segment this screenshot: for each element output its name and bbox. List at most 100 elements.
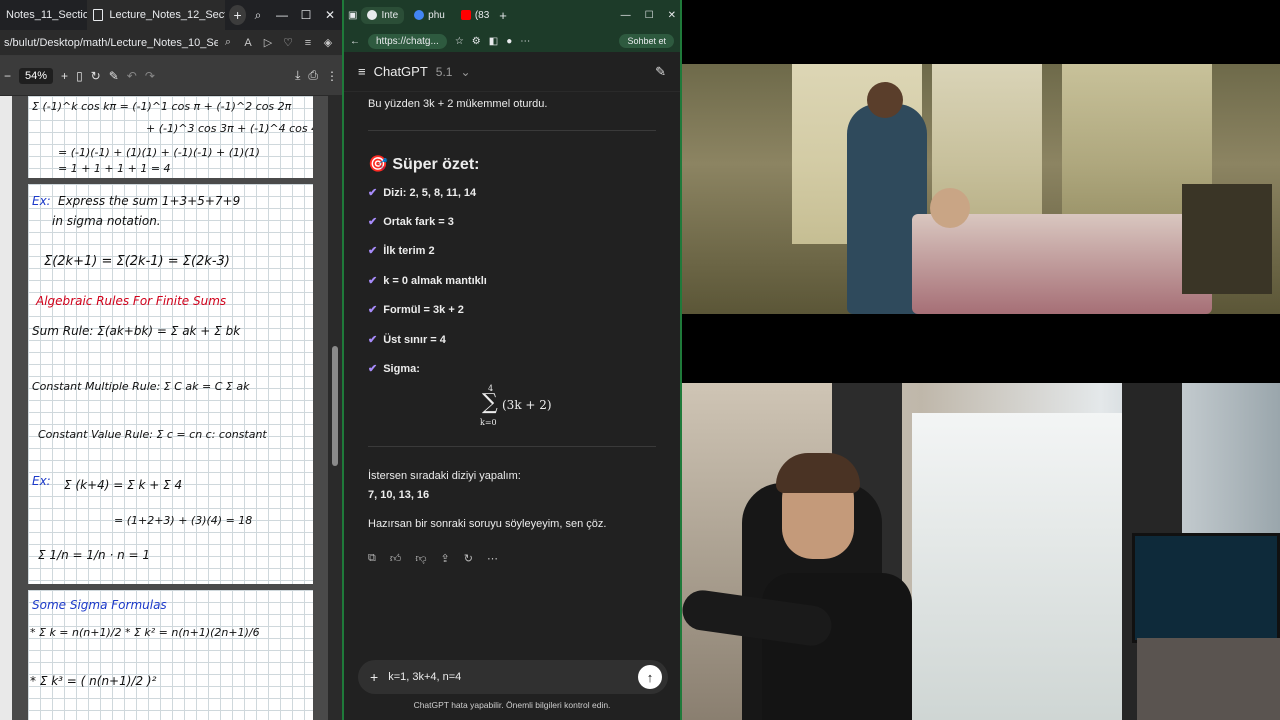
sigma-symbol: ∑: [482, 390, 498, 415]
chatgpt-header: ≡ ChatGPT 5.1 ⌄ ✎: [344, 52, 680, 92]
note-line: Σ(2k+1) = Σ(2k-1) = Σ(2k-3): [44, 254, 230, 269]
tab-chatgpt[interactable]: Inte: [361, 6, 405, 24]
copilot-chat-button[interactable]: Sohbet et: [619, 34, 674, 48]
webcam-feed: [682, 383, 1280, 720]
section-title: Algebraic Rules For Finite Sums: [36, 294, 227, 308]
check-icon: ✔: [368, 187, 378, 199]
regenerate-icon[interactable]: ↻: [464, 552, 473, 565]
model-version[interactable]: 5.1: [436, 65, 453, 79]
fit-page-icon[interactable]: ▯: [76, 69, 83, 83]
search-icon[interactable]: ⌕: [246, 8, 270, 23]
tab-lecture-notes-12[interactable]: Lecture_Notes_12_Section: [87, 0, 226, 30]
note-line: in sigma notation.: [52, 214, 161, 228]
bed: [912, 214, 1212, 314]
tab-actions-icon[interactable]: ▣: [348, 10, 357, 21]
zoom-out-button[interactable]: −: [4, 69, 11, 83]
favorite-icon[interactable]: ♡: [278, 36, 298, 49]
more-icon[interactable]: ⋯: [487, 552, 498, 565]
note-line: Σ 1/n = 1/n · n = 1: [38, 548, 151, 562]
thumbs-down-icon[interactable]: 👎︎: [415, 552, 426, 565]
close-button[interactable]: ✕: [318, 8, 342, 23]
video-player[interactable]: [682, 0, 1280, 383]
check-icon: ✔: [368, 304, 378, 316]
tab-lecture-notes-11[interactable]: Notes_11_Section: [0, 0, 87, 30]
minimize-button[interactable]: —: [621, 10, 631, 21]
list-item: ✔ k = 0 almak mantıklı: [368, 275, 487, 287]
maximize-button[interactable]: ☐: [645, 10, 654, 21]
maximize-button[interactable]: ☐: [294, 8, 318, 23]
address-bar[interactable]: s/bulut/Desktop/math/Lecture_Notes_10_Se…: [0, 30, 342, 56]
example-label: Ex:: [32, 474, 51, 488]
model-name[interactable]: ChatGPT: [374, 64, 428, 79]
note-line: Constant Multiple Rule: Σ C ak = C Σ ak: [32, 380, 250, 393]
sigma-formula: 4 ∑ k=0 (3k + 2): [476, 384, 556, 430]
tab-label: Inte: [381, 9, 399, 21]
profile-icon[interactable]: ●: [506, 36, 512, 47]
pdf-toolbar: − 54% + ▯ ↻ ✎ ↶ ↷ ⤓ ⎙ ⋮: [0, 56, 342, 96]
favorite-icon[interactable]: ☆: [455, 36, 464, 47]
monitor: [1132, 533, 1280, 643]
check-icon: ✔: [368, 334, 378, 346]
youtube-favicon-icon: [460, 10, 471, 20]
send-button[interactable]: ↑: [638, 665, 662, 689]
wallet-icon[interactable]: ◧: [489, 36, 498, 47]
zoom-icon[interactable]: ⌕: [218, 36, 238, 49]
example-label: Ex:: [32, 194, 51, 208]
download-icon[interactable]: ⤓: [295, 68, 300, 83]
play-icon[interactable]: ▷: [258, 36, 278, 49]
composer-input[interactable]: k=1, 3k+4, n=4: [388, 671, 461, 683]
read-aloud-icon[interactable]: A: [238, 37, 258, 49]
attach-plus-icon[interactable]: +: [370, 669, 378, 685]
pdf-page-2: Ex: Express the sum 1+3+5+7+9 in sigma n…: [28, 184, 313, 584]
divider: [368, 446, 656, 447]
print-icon[interactable]: ⎙: [308, 68, 318, 83]
message-text: Hazırsan bir sonraki soruyu söyleyeyim, …: [368, 518, 607, 530]
pdf-scrollbar[interactable]: [328, 96, 342, 720]
zoom-in-button[interactable]: +: [61, 69, 68, 83]
thumbs-up-icon[interactable]: 👍︎: [390, 552, 402, 565]
close-button[interactable]: ✕: [668, 10, 676, 21]
menu-icon[interactable]: ≡: [298, 37, 318, 49]
pdf-viewport[interactable]: Σ (-1)^k cos kπ = (-1)^1 cos π + (-1)^2 …: [0, 96, 342, 720]
divider: [368, 130, 656, 131]
list-item: ✔ Formül = 3k + 2: [368, 304, 464, 316]
undo-icon[interactable]: ↶: [127, 69, 137, 83]
extensions-icon[interactable]: ◈: [318, 36, 338, 49]
draw-icon[interactable]: ✎: [109, 69, 119, 83]
extensions-icon[interactable]: ⚙: [472, 36, 481, 47]
woman-head: [930, 188, 970, 228]
chevron-down-icon[interactable]: ⌄: [460, 65, 470, 79]
tab-google[interactable]: phu: [408, 7, 451, 24]
note-line: Constant Value Rule: Σ c = cn c: constan…: [38, 428, 267, 441]
share-icon[interactable]: ⇪: [441, 552, 450, 565]
pdf-browser-window: Notes_11_Section Lecture_Notes_12_Sectio…: [0, 0, 342, 720]
check-icon: ✔: [368, 363, 378, 375]
note-line: Σ (k+4) = Σ k + Σ 4: [64, 478, 183, 492]
rotate-icon[interactable]: ↻: [91, 69, 101, 83]
address-bar[interactable]: https://chatg...: [368, 33, 447, 49]
note-line: = (1+2+3) + (3)(4) = 18: [114, 514, 253, 527]
scroll-thumb[interactable]: [332, 346, 338, 466]
minimize-button[interactable]: —: [270, 8, 294, 23]
tab-youtube[interactable]: (83: [455, 7, 495, 24]
person-shirt: [762, 573, 912, 720]
new-tab-button[interactable]: +: [499, 8, 507, 23]
more-icon[interactable]: ⋮: [326, 69, 338, 83]
url-text: s/bulut/Desktop/math/Lecture_Notes_10_Se…: [4, 36, 218, 49]
message-composer[interactable]: + k=1, 3k+4, n=4 ↑: [358, 660, 668, 694]
back-icon[interactable]: ←: [350, 36, 360, 47]
more-icon[interactable]: ⋯: [520, 36, 530, 47]
new-chat-icon[interactable]: ✎: [655, 64, 666, 80]
edge-tab-bar: ▣ Inte phu (83 + — ☐ ✕: [344, 0, 680, 30]
redo-icon[interactable]: ↷: [145, 69, 155, 83]
sidebar-toggle-icon[interactable]: ≡: [358, 64, 366, 79]
new-tab-button[interactable]: +: [229, 5, 246, 25]
sigma-lower: k=0: [480, 418, 497, 427]
zoom-level[interactable]: 54%: [19, 67, 54, 84]
movie-frame: [682, 64, 1280, 314]
google-favicon-icon: [414, 10, 425, 20]
pdf-page-3: Some Sigma Formulas * Σ k = n(n+1)/2 * Σ…: [28, 590, 313, 720]
message-text: İstersen sıradaki diziyi yapalım:: [368, 470, 521, 482]
man-head: [867, 82, 903, 118]
copy-icon[interactable]: ⧉: [368, 552, 376, 565]
